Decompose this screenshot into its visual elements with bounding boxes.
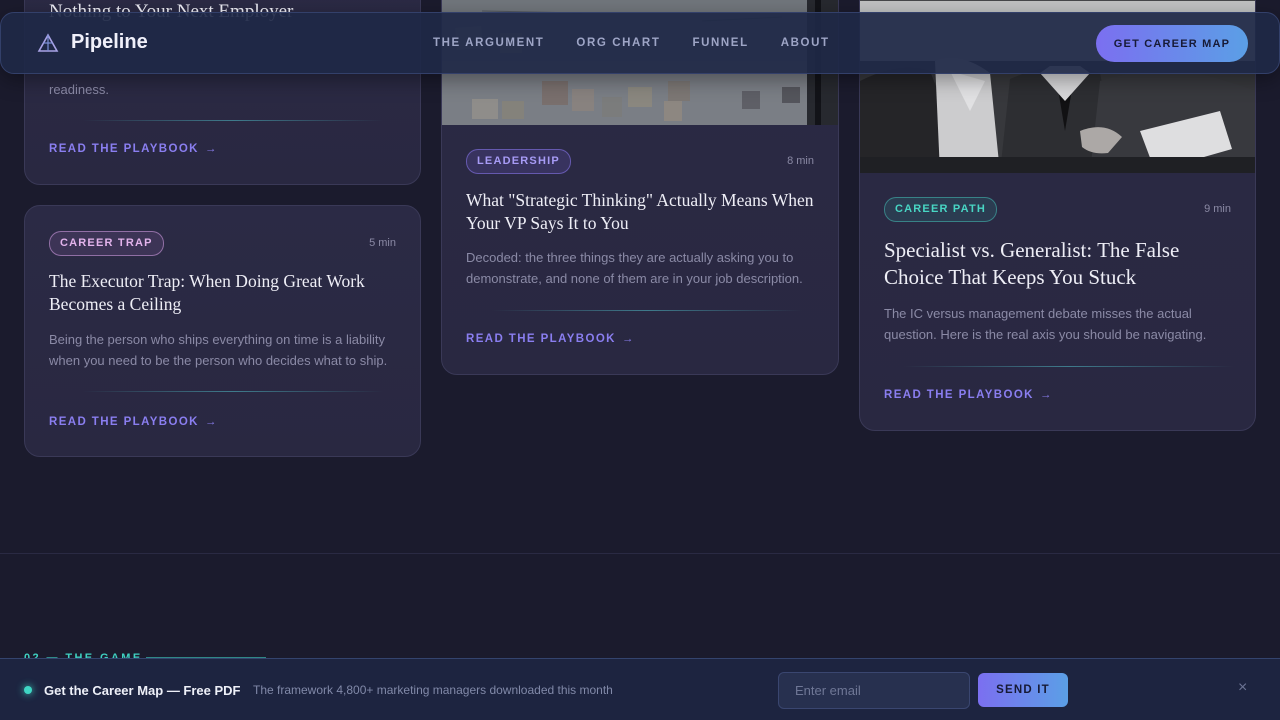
arrow-right-icon: → [621,333,635,345]
read-playbook-label: READ THE PLAYBOOK [49,143,199,155]
close-icon[interactable]: × [1238,679,1247,697]
brand-link[interactable]: Pipeline [37,31,148,54]
read-playbook-link[interactable]: READ THE PLAYBOOK → [466,333,635,345]
card-divider [904,366,1234,367]
category-badge: LEADERSHIP [466,149,571,174]
nav-links: THE ARGUMENT ORG CHART FUNNEL ABOUT [433,37,862,49]
read-playbook-label: READ THE PLAYBOOK [466,333,616,345]
nav-link-org-chart[interactable]: ORG CHART [576,37,660,49]
arrow-right-icon: → [1039,389,1053,401]
category-badge: CAREER TRAP [49,231,164,256]
bar-title: Get the Career Map — Free PDF [44,683,241,698]
nav-link-about[interactable]: ABOUT [781,37,830,49]
email-input[interactable] [778,672,970,709]
top-navbar: Pipeline THE ARGUMENT ORG CHART FUNNEL A… [0,12,1280,74]
article-description: The IC versus management debate misses t… [884,306,1207,342]
card-divider [83,391,383,392]
nav-link-the-argument[interactable]: THE ARGUMENT [433,37,544,49]
read-playbook-link[interactable]: READ THE PLAYBOOK → [49,416,218,428]
card-divider [83,120,383,121]
email-capture-bar: Get the Career Map — Free PDF The framew… [0,658,1280,720]
read-playbook-label: READ THE PLAYBOOK [49,416,199,428]
status-dot-icon [24,686,32,694]
send-button[interactable]: SEND IT [978,673,1068,707]
nav-link-funnel[interactable]: FUNNEL [692,37,748,49]
read-playbook-link[interactable]: READ THE PLAYBOOK → [884,389,1053,401]
article-title[interactable]: The Executor Trap: When Doing Great Work… [49,270,396,316]
card-divider [492,310,802,311]
article-description: Being the person who ships everything on… [49,332,388,368]
brand-name: Pipeline [71,31,148,53]
pyramid-logo-icon [37,32,59,53]
article-description: readiness. [49,82,109,97]
read-time: 5 min [369,237,396,249]
arrow-right-icon: → [204,143,218,155]
article-card-executor-trap[interactable]: CAREER TRAP 5 min The Executor Trap: Whe… [24,205,421,457]
article-title[interactable]: Specialist vs. Generalist: The False Cho… [884,237,1231,291]
read-playbook-link[interactable]: READ THE PLAYBOOK → [49,143,218,155]
article-description: Decoded: the three things they are actua… [466,250,803,286]
bar-subtitle: The framework 4,800+ marketing managers … [253,683,613,697]
section-divider [0,553,1280,554]
arrow-right-icon: → [204,416,218,428]
article-title[interactable]: What "Strategic Thinking" Actually Means… [466,189,814,235]
read-time: 9 min [1204,203,1231,215]
category-badge: CAREER PATH [884,197,998,222]
get-career-map-button[interactable]: GET CAREER MAP [1096,25,1248,62]
read-time: 8 min [787,155,814,167]
read-playbook-label: READ THE PLAYBOOK [884,389,1034,401]
